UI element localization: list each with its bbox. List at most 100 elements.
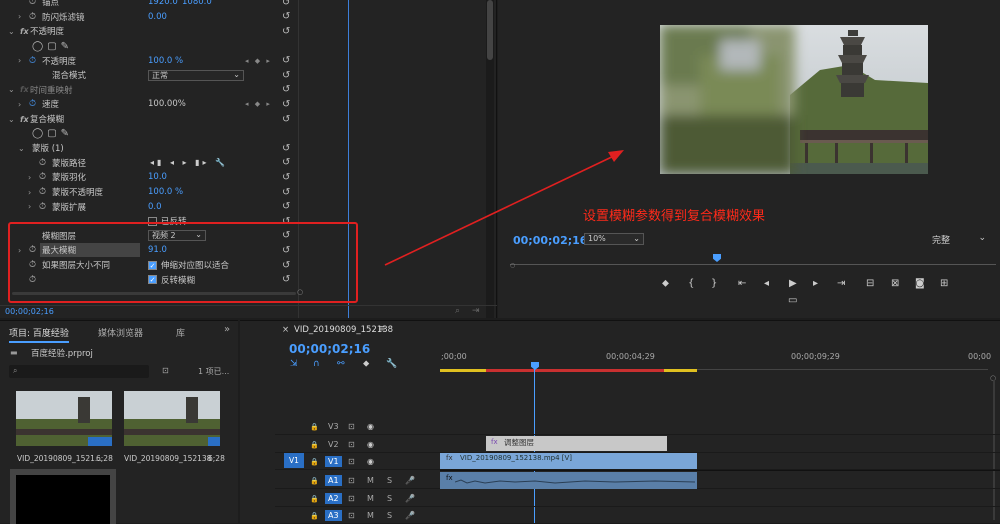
- sync-lock-icon[interactable]: ⊡: [348, 457, 355, 466]
- effects-scroll-thumb[interactable]: [487, 0, 493, 60]
- go-to-out-icon[interactable]: ⇥: [837, 278, 845, 289]
- track-header[interactable]: 🔒 A1 ⊡ M S 🎤: [275, 472, 437, 489]
- step-forward-icon[interactable]: ▸: [813, 278, 818, 289]
- adjustment-layer-clip[interactable]: fx 调整图层: [486, 436, 667, 451]
- sync-lock-icon[interactable]: ⊡: [348, 494, 355, 503]
- track-label[interactable]: A1: [325, 475, 342, 486]
- mute-button[interactable]: M: [367, 494, 374, 503]
- effect-row[interactable]: ⏱ 如果图层大小不同 ✓ 伸缩对应图以适合 ↺: [0, 258, 296, 273]
- reset-icon[interactable]: ↺: [282, 201, 290, 212]
- effect-row[interactable]: ◯▢✎: [0, 39, 296, 54]
- reset-icon[interactable]: ↺: [282, 216, 290, 227]
- effect-row[interactable]: › ⏱ 不透明度 100.0 % ◂ ◆ ▸ ↺: [0, 53, 296, 68]
- new-bin-icon[interactable]: ⊡: [162, 366, 169, 375]
- mark-out-icon[interactable]: }: [711, 278, 717, 289]
- chevron-right-icon[interactable]: ›: [18, 100, 21, 109]
- chevron-right-icon[interactable]: ›: [28, 202, 31, 211]
- reset-icon[interactable]: ↺: [282, 274, 290, 285]
- effect-row[interactable]: ⏱ 蒙版路径 ◂▮ ◂ ▸ ▮▸ 🔧 ↺: [0, 156, 296, 171]
- dropdown-select[interactable]: 正常 ⌄: [148, 69, 244, 81]
- sync-lock-icon[interactable]: ⊡: [348, 511, 355, 520]
- track-header[interactable]: 🔒 V3 ⊡ ◉: [275, 418, 437, 435]
- stopwatch-icon[interactable]: ⏱: [29, 245, 36, 255]
- checkbox[interactable]: ✓: [148, 260, 157, 270]
- keyframe-nav-icons[interactable]: ◂ ◆ ▸: [245, 100, 272, 108]
- close-icon[interactable]: ×: [282, 325, 289, 335]
- checkbox[interactable]: [148, 216, 157, 226]
- linked-select-icon[interactable]: ⚯: [337, 359, 345, 369]
- chevron-right-icon[interactable]: ›: [28, 173, 31, 182]
- timeline-timecode[interactable]: 00;00;02;16: [289, 342, 370, 356]
- effect-row[interactable]: ⌄ fx 不透明度 ↺: [0, 24, 296, 39]
- lock-icon[interactable]: 🔒: [310, 423, 319, 431]
- lock-icon[interactable]: 🔒: [310, 495, 319, 503]
- play-icon[interactable]: ▶: [789, 278, 797, 289]
- sync-lock-icon[interactable]: ⊡: [348, 476, 355, 485]
- reset-icon[interactable]: ↺: [282, 245, 290, 256]
- keyframe-nav-icons[interactable]: ◂ ◆ ▸: [245, 57, 272, 65]
- lock-icon[interactable]: 🔒: [310, 512, 319, 520]
- voiceover-icon[interactable]: 🎤: [405, 511, 415, 520]
- chevron-right-icon[interactable]: ›: [28, 188, 31, 197]
- effect-value[interactable]: 10.0: [148, 172, 167, 182]
- stopwatch-icon[interactable]: ⏱: [39, 202, 46, 212]
- chevron-down-icon[interactable]: ⌄: [18, 144, 25, 153]
- effects-h-scrollbar[interactable]: [12, 292, 296, 295]
- effect-row[interactable]: › ⏱ 蒙版扩展 0.0 ↺: [0, 199, 296, 214]
- eye-icon[interactable]: ◉: [367, 440, 374, 449]
- effect-row[interactable]: ⏱ 锚点 1920.0 1080.0 ↺: [0, 0, 296, 10]
- dropdown-select[interactable]: 视频 2 ⌄: [148, 230, 206, 242]
- audio-clip[interactable]: fx: [440, 472, 697, 489]
- scroll-knob[interactable]: ○: [297, 288, 303, 296]
- effect-row[interactable]: 模糊图层 视频 2 ⌄ ↺: [0, 229, 296, 244]
- lock-icon[interactable]: 🔒: [310, 477, 319, 485]
- fx-icon[interactable]: fx: [20, 27, 29, 36]
- track-label[interactable]: A3: [325, 510, 342, 521]
- reset-icon[interactable]: ↺: [282, 26, 290, 37]
- tab-libraries[interactable]: 库: [176, 326, 185, 339]
- effect-row[interactable]: › ⏱ 防闪烁滤镜 0.00 ↺: [0, 10, 296, 25]
- overflow-icon[interactable]: »: [224, 324, 230, 335]
- work-area-bar[interactable]: [440, 369, 486, 372]
- effect-value[interactable]: 0.00: [148, 12, 167, 22]
- reset-icon[interactable]: ↺: [282, 0, 290, 8]
- sequence-thumbnail-frame[interactable]: [10, 469, 116, 524]
- effect-row[interactable]: ⏱ ✓ 反转模糊 ↺: [0, 272, 296, 287]
- step-back-icon[interactable]: ◂: [764, 278, 769, 289]
- voiceover-icon[interactable]: 🎤: [405, 494, 415, 503]
- checkbox[interactable]: ✓: [148, 275, 157, 285]
- reset-icon[interactable]: ↺: [282, 157, 290, 168]
- effect-row[interactable]: › ⏱ 速度 100.00% ◂ ◆ ▸ ↺: [0, 97, 296, 112]
- effect-row[interactable]: ⌄ 蒙版 (1) ↺: [0, 141, 296, 156]
- lock-icon[interactable]: 🔒: [310, 458, 319, 466]
- fx-icon[interactable]: fx: [20, 115, 29, 124]
- effect-row[interactable]: › ⏱ 最大模糊 91.0 ↺: [0, 243, 296, 258]
- effect-row[interactable]: ⌄ fx 时间重映射 ↺: [0, 83, 296, 98]
- clip-thumbnail[interactable]: [124, 391, 220, 446]
- chevron-right-icon[interactable]: ›: [18, 246, 21, 255]
- stopwatch-icon[interactable]: ⏱: [29, 99, 36, 109]
- stopwatch-icon[interactable]: ⏱: [29, 56, 36, 66]
- stopwatch-icon[interactable]: ⏱: [39, 158, 46, 168]
- stopwatch-icon[interactable]: ⏱: [29, 0, 36, 7]
- go-to-in-icon[interactable]: ⇤: [738, 278, 746, 289]
- track-label[interactable]: V1: [325, 456, 342, 467]
- effect-value[interactable]: 100.00%: [148, 99, 186, 109]
- stopwatch-icon[interactable]: ⏱: [29, 12, 36, 22]
- lock-icon[interactable]: 🔒: [310, 441, 319, 449]
- effect-row[interactable]: ◯▢✎: [0, 126, 296, 141]
- track-header[interactable]: 🔒 A3 ⊡ M S 🎤: [275, 507, 437, 524]
- solo-button[interactable]: S: [387, 494, 392, 503]
- solo-button[interactable]: S: [387, 476, 392, 485]
- snap-icon[interactable]: ∩: [313, 359, 320, 369]
- camera-icon[interactable]: ◙: [915, 278, 925, 289]
- reset-icon[interactable]: ↺: [282, 11, 290, 22]
- reset-icon[interactable]: ↺: [282, 70, 290, 81]
- effect-value[interactable]: 91.0: [148, 245, 167, 255]
- quality-select[interactable]: 完整 ⌄: [932, 233, 988, 246]
- eye-icon[interactable]: ◉: [367, 422, 374, 431]
- sync-lock-icon[interactable]: ⊡: [348, 422, 355, 431]
- stopwatch-icon[interactable]: ⏱: [29, 275, 36, 285]
- source-patch-v1[interactable]: V1: [284, 453, 304, 468]
- effect-value[interactable]: 100.0 %: [148, 187, 183, 197]
